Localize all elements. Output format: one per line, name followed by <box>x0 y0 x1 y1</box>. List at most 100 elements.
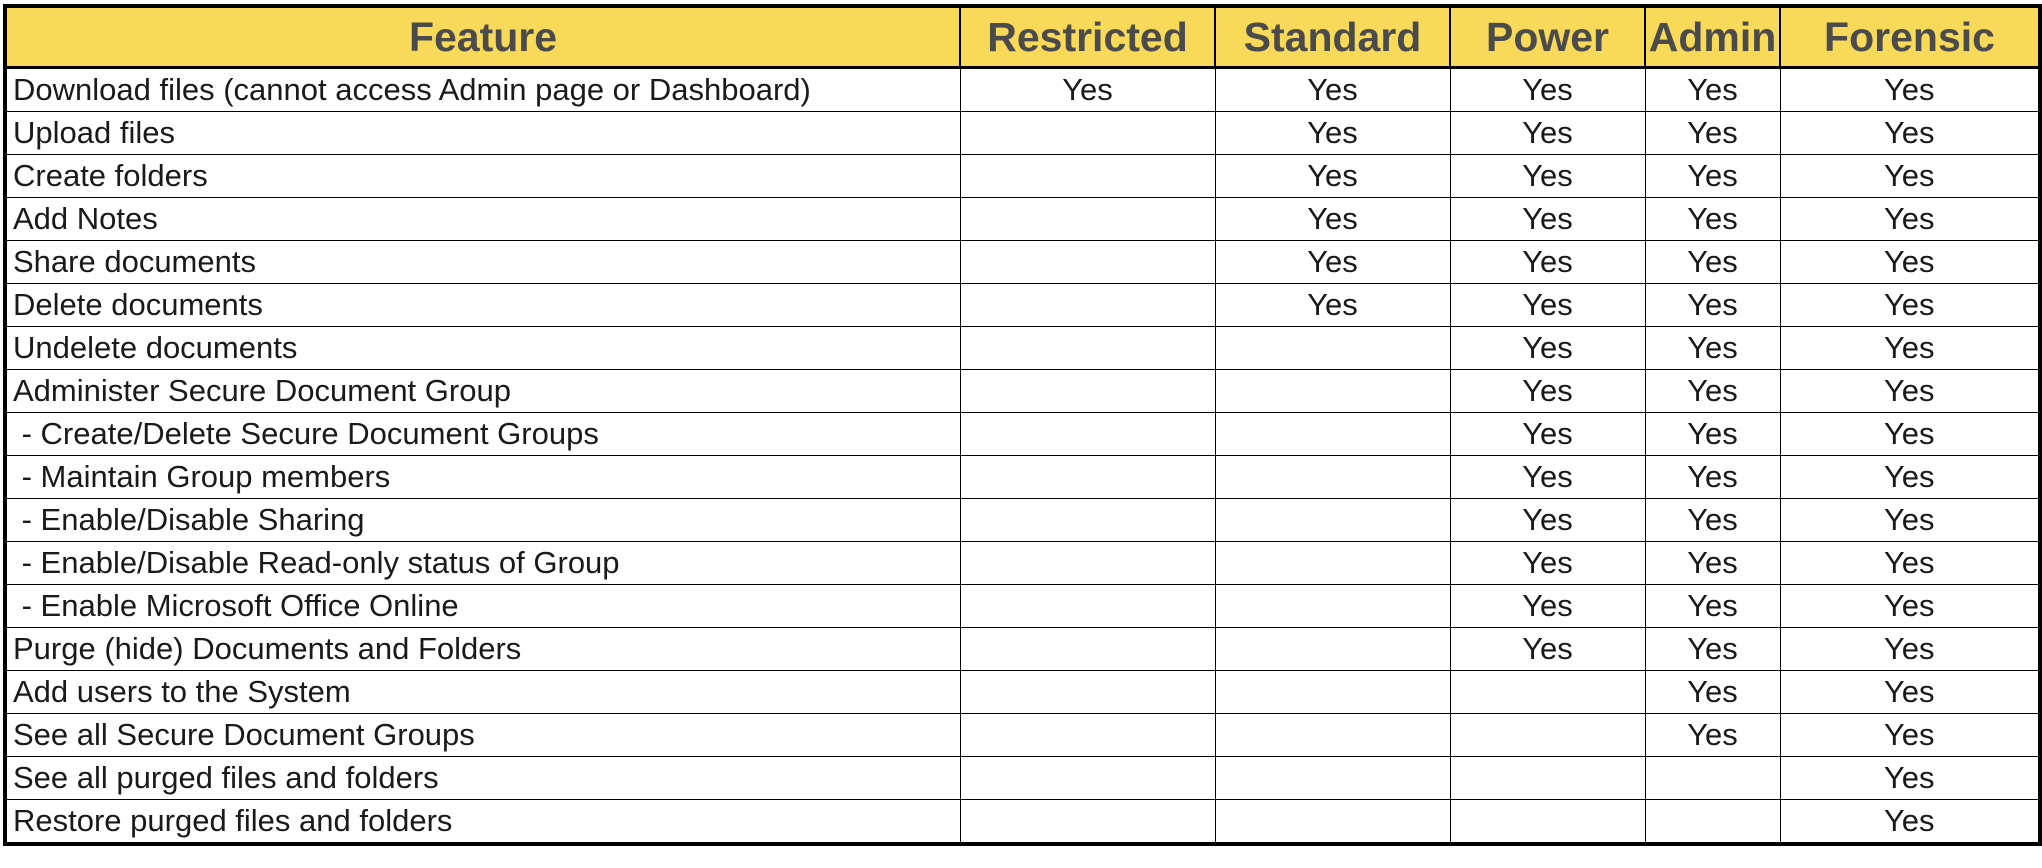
column-header-forensic: Forensic <box>1779 5 2041 69</box>
cell-restricted <box>959 455 1216 499</box>
table-row: Download files (cannot access Admin page… <box>4 67 2041 112</box>
cell-forensic: Yes <box>1779 756 2041 800</box>
cell-feature: - Enable/Disable Sharing <box>4 498 961 542</box>
cell-standard: Yes <box>1214 67 1451 112</box>
cell-feature: - Enable Microsoft Office Online <box>4 584 961 628</box>
cell-power: Yes <box>1449 455 1646 499</box>
cell-admin: Yes <box>1644 670 1781 714</box>
cell-standard <box>1214 369 1451 413</box>
cell-feature: Add users to the System <box>4 670 961 714</box>
cell-restricted <box>959 799 1216 845</box>
cell-restricted <box>959 498 1216 542</box>
table-body: Download files (cannot access Admin page… <box>4 67 2041 845</box>
cell-admin: Yes <box>1644 584 1781 628</box>
cell-standard <box>1214 584 1451 628</box>
cell-feature: Delete documents <box>4 283 961 327</box>
cell-power: Yes <box>1449 240 1646 284</box>
cell-admin: Yes <box>1644 412 1781 456</box>
cell-feature: Purge (hide) Documents and Folders <box>4 627 961 671</box>
cell-power: Yes <box>1449 369 1646 413</box>
cell-standard <box>1214 326 1451 370</box>
cell-admin: Yes <box>1644 326 1781 370</box>
cell-forensic: Yes <box>1779 283 2041 327</box>
table-row: Share documents Yes Yes Yes Yes <box>4 240 2041 284</box>
cell-standard: Yes <box>1214 197 1451 241</box>
cell-standard <box>1214 799 1451 845</box>
cell-restricted <box>959 670 1216 714</box>
cell-restricted <box>959 713 1216 757</box>
cell-admin: Yes <box>1644 627 1781 671</box>
column-header-restricted: Restricted <box>959 5 1216 69</box>
cell-forensic: Yes <box>1779 799 2041 845</box>
column-header-power: Power <box>1449 5 1646 69</box>
cell-restricted <box>959 197 1216 241</box>
permissions-table: Feature Restricted Standard Power Admin … <box>3 4 2042 846</box>
table-row: Purge (hide) Documents and Folders Yes Yes… <box>4 627 2041 671</box>
table-row: - Enable/Disable Read-only status of Gro… <box>4 541 2041 585</box>
cell-admin: Yes <box>1644 713 1781 757</box>
cell-feature: Restore purged files and folders <box>4 799 961 845</box>
cell-admin: Yes <box>1644 240 1781 284</box>
cell-feature: - Maintain Group members <box>4 455 961 499</box>
cell-power <box>1449 713 1646 757</box>
table-row: - Enable/Disable Sharing Yes Yes Yes <box>4 498 2041 542</box>
cell-standard <box>1214 670 1451 714</box>
cell-forensic: Yes <box>1779 455 2041 499</box>
cell-feature: - Enable/Disable Read-only status of Gro… <box>4 541 961 585</box>
cell-forensic: Yes <box>1779 197 2041 241</box>
cell-forensic: Yes <box>1779 154 2041 198</box>
table-row: See all Secure Document Groups Yes Yes <box>4 713 2041 757</box>
table-row: - Maintain Group members Yes Yes Yes <box>4 455 2041 499</box>
cell-restricted <box>959 584 1216 628</box>
cell-restricted <box>959 111 1216 155</box>
table-header-row: Feature Restricted Standard Power Admin … <box>4 5 2041 69</box>
table-row: - Create/Delete Secure Document Groups Ye… <box>4 412 2041 456</box>
table-row: Delete documents Yes Yes Yes Yes <box>4 283 2041 327</box>
cell-forensic: Yes <box>1779 240 2041 284</box>
cell-standard <box>1214 412 1451 456</box>
cell-standard: Yes <box>1214 111 1451 155</box>
column-header-feature: Feature <box>4 5 961 69</box>
cell-power: Yes <box>1449 541 1646 585</box>
cell-admin <box>1644 756 1781 800</box>
cell-power: Yes <box>1449 111 1646 155</box>
cell-standard <box>1214 756 1451 800</box>
cell-admin: Yes <box>1644 455 1781 499</box>
cell-admin: Yes <box>1644 498 1781 542</box>
cell-power: Yes <box>1449 627 1646 671</box>
cell-feature: See all purged files and folders <box>4 756 961 800</box>
cell-forensic: Yes <box>1779 584 2041 628</box>
cell-standard <box>1214 541 1451 585</box>
cell-standard <box>1214 498 1451 542</box>
column-header-standard: Standard <box>1214 5 1451 69</box>
cell-restricted <box>959 412 1216 456</box>
cell-standard <box>1214 713 1451 757</box>
cell-feature: Upload files <box>4 111 961 155</box>
table-row: Create folders Yes Yes Yes Yes <box>4 154 2041 198</box>
cell-power <box>1449 756 1646 800</box>
cell-forensic: Yes <box>1779 541 2041 585</box>
cell-power: Yes <box>1449 67 1646 112</box>
cell-forensic: Yes <box>1779 670 2041 714</box>
cell-feature: Undelete documents <box>4 326 961 370</box>
cell-power: Yes <box>1449 154 1646 198</box>
cell-forensic: Yes <box>1779 713 2041 757</box>
table-row: - Enable Microsoft Office Online Yes Yes Ye… <box>4 584 2041 628</box>
cell-forensic: Yes <box>1779 627 2041 671</box>
table-row: Upload files Yes Yes Yes Yes <box>4 111 2041 155</box>
cell-feature: Create folders <box>4 154 961 198</box>
cell-power: Yes <box>1449 197 1646 241</box>
cell-feature: Download files (cannot access Admin page… <box>4 67 961 112</box>
table-row: See all purged files and folders Yes <box>4 756 2041 800</box>
cell-restricted <box>959 627 1216 671</box>
cell-admin: Yes <box>1644 197 1781 241</box>
cell-power: Yes <box>1449 326 1646 370</box>
table-row: Administer Secure Document Group Yes Yes Ye… <box>4 369 2041 413</box>
cell-admin: Yes <box>1644 369 1781 413</box>
cell-power <box>1449 799 1646 845</box>
cell-forensic: Yes <box>1779 326 2041 370</box>
cell-restricted <box>959 154 1216 198</box>
cell-standard <box>1214 627 1451 671</box>
cell-forensic: Yes <box>1779 498 2041 542</box>
cell-restricted <box>959 240 1216 284</box>
